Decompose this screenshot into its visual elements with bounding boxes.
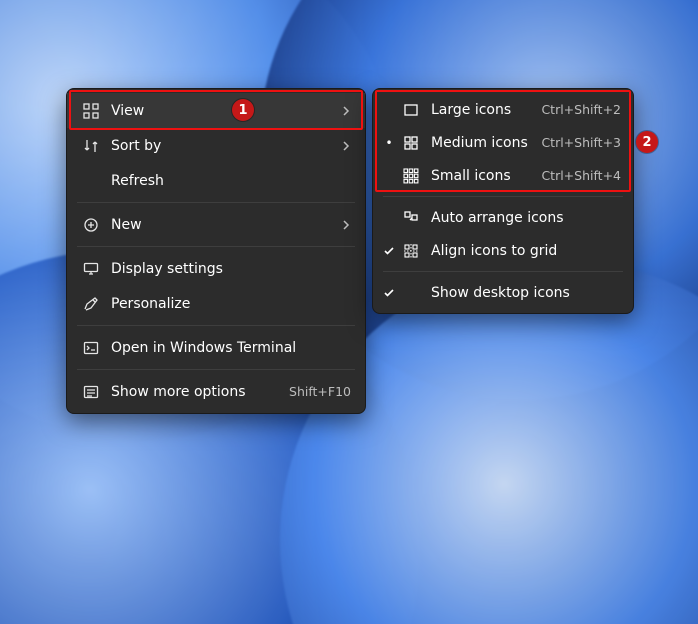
menu-item-label: New — [111, 217, 341, 233]
check-indicator — [381, 287, 397, 299]
large-icons-icon — [401, 102, 421, 118]
menu-item-new[interactable]: New — [67, 207, 365, 242]
menu-item-sort-by[interactable]: Sort by — [67, 128, 365, 163]
small-icons-icon — [401, 168, 421, 184]
menu-item-label: Personalize — [111, 296, 351, 312]
align-grid-icon — [401, 243, 421, 259]
radio-indicator: • — [381, 136, 397, 150]
menu-item-refresh[interactable]: Refresh — [67, 163, 365, 198]
menu-item-display-settings[interactable]: Display settings — [67, 251, 365, 286]
sort-icon — [81, 138, 101, 154]
menu-item-label: Display settings — [111, 261, 351, 277]
terminal-icon — [81, 340, 101, 356]
menu-separator — [77, 369, 355, 370]
menu-item-label: View — [111, 103, 341, 119]
view-icon — [81, 103, 101, 119]
chevron-right-icon — [341, 106, 351, 116]
menu-separator — [77, 202, 355, 203]
submenu-item-medium-icons[interactable]: • Medium icons Ctrl+Shift+3 — [373, 126, 633, 159]
menu-separator — [77, 325, 355, 326]
submenu-item-show-desktop-icons[interactable]: Show desktop icons — [373, 276, 633, 309]
submenu-item-label: Align icons to grid — [431, 243, 621, 259]
desktop-context-menu: View Sort by Refresh New — [66, 88, 366, 414]
chevron-right-icon — [341, 141, 351, 151]
submenu-item-label: Medium icons — [431, 135, 541, 151]
submenu-item-large-icons[interactable]: Large icons Ctrl+Shift+2 — [373, 93, 633, 126]
submenu-item-shortcut: Ctrl+Shift+2 — [541, 102, 621, 117]
submenu-item-label: Show desktop icons — [431, 285, 621, 301]
menu-separator — [383, 196, 623, 197]
menu-item-personalize[interactable]: Personalize — [67, 286, 365, 321]
submenu-item-label: Large icons — [431, 102, 541, 118]
submenu-item-label: Small icons — [431, 168, 541, 184]
submenu-item-align-grid[interactable]: Align icons to grid — [373, 234, 633, 267]
chevron-right-icon — [341, 220, 351, 230]
menu-separator — [77, 246, 355, 247]
personalize-icon — [81, 296, 101, 312]
show-more-icon — [81, 384, 101, 400]
menu-item-label: Sort by — [111, 138, 341, 154]
submenu-item-shortcut: Ctrl+Shift+3 — [541, 135, 621, 150]
menu-separator — [383, 271, 623, 272]
menu-item-label: Show more options — [111, 384, 289, 400]
menu-item-label: Open in Windows Terminal — [111, 340, 351, 356]
menu-item-shortcut: Shift+F10 — [289, 384, 351, 399]
menu-item-show-more[interactable]: Show more options Shift+F10 — [67, 374, 365, 409]
menu-item-open-terminal[interactable]: Open in Windows Terminal — [67, 330, 365, 365]
check-indicator — [381, 245, 397, 257]
submenu-item-small-icons[interactable]: Small icons Ctrl+Shift+4 — [373, 159, 633, 192]
auto-arrange-icon — [401, 210, 421, 226]
submenu-item-label: Auto arrange icons — [431, 210, 621, 226]
submenu-item-shortcut: Ctrl+Shift+4 — [541, 168, 621, 183]
display-icon — [81, 261, 101, 277]
submenu-item-auto-arrange[interactable]: Auto arrange icons — [373, 201, 633, 234]
menu-item-label: Refresh — [111, 173, 351, 189]
view-submenu: Large icons Ctrl+Shift+2 • Medium icons … — [372, 88, 634, 314]
menu-item-view[interactable]: View — [67, 93, 365, 128]
medium-icons-icon — [401, 135, 421, 151]
new-icon — [81, 217, 101, 233]
